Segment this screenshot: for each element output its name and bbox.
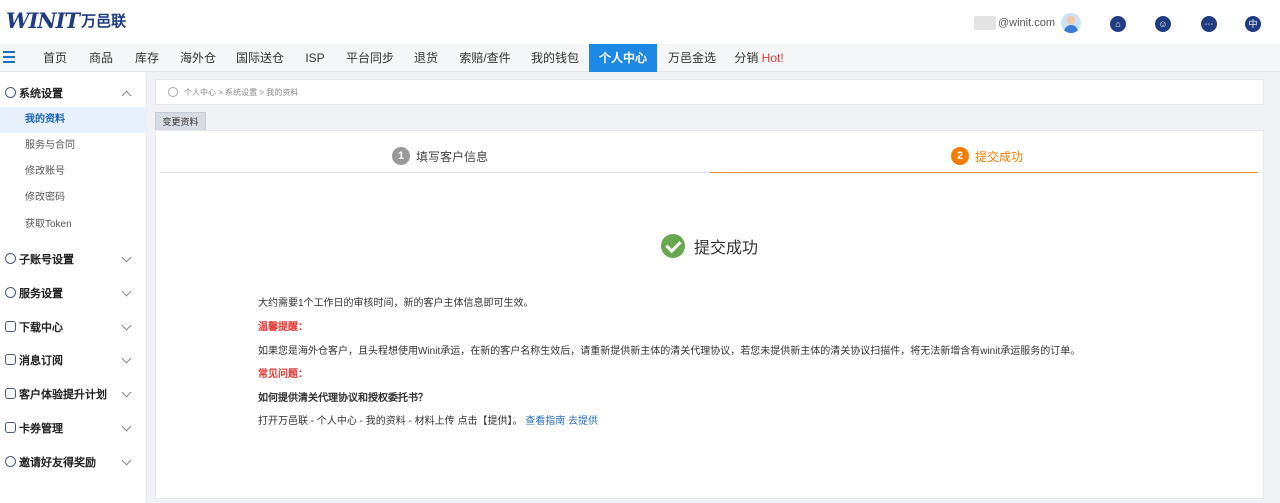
nav-home[interactable]: 首页 [34, 44, 76, 72]
sidebar-group-coupons[interactable]: 卡券管理 [0, 411, 147, 445]
account-name-redacted [974, 16, 996, 30]
menu-toggle-icon[interactable] [3, 51, 15, 63]
step-number: 2 [951, 147, 969, 165]
chevron-down-icon [121, 353, 132, 364]
chevron-down-icon [121, 421, 132, 432]
settings-icon [5, 87, 16, 98]
sidebar-group-label: 子账号设置 [19, 254, 74, 266]
top-header: WINIT 万邑联 @winit.com ⌂ ☺ ⋯ 中 [0, 0, 1280, 44]
nav-platform-sync[interactable]: 平台同步 [338, 44, 402, 72]
sidebar-item-my-profile[interactable]: 我的资料 [0, 107, 147, 133]
invite-icon [5, 456, 16, 467]
step-divider [161, 172, 710, 173]
chevron-down-icon [121, 286, 132, 297]
logo[interactable]: WINIT 万邑联 [6, 8, 126, 33]
nav-distribution-label: 分销 [734, 51, 759, 65]
sidebar-group-label: 邀请好友得奖励 [19, 457, 96, 469]
message-icon[interactable]: ⋯ [1201, 16, 1217, 32]
step-1: 1 填写客户信息 [392, 145, 488, 167]
sidebar-group-system-settings[interactable]: 系统设置 [0, 76, 147, 110]
nav-wallet[interactable]: 我的钱包 [524, 44, 586, 72]
sidebar-item-change-account[interactable]: 修改账号 [0, 159, 147, 185]
step-2: 2 提交成功 [951, 145, 1023, 167]
sidebar-item-services-contracts[interactable]: 服务与合同 [0, 133, 147, 159]
list-icon [5, 388, 16, 399]
account-email: @winit.com [998, 17, 1056, 29]
faq-answer-line: 打开万邑联 - 个人中心 - 我的资料 - 材料上传 点击【提供】。 查看指南 … [258, 412, 598, 427]
notice-title: 温馨提醒： [258, 322, 308, 333]
nav-claims[interactable]: 索赔/查件 [450, 44, 520, 72]
review-notice: 大约需要1个工作日的审核时间，新的客户主体信息即可生效。 [258, 298, 534, 309]
sidebar-group-download-center[interactable]: 下载中心 [0, 310, 147, 344]
step-progress-line [710, 172, 1258, 173]
sidebar: 系统设置 我的资料 服务与合同 修改账号 修改密码 获取Token 子账号设置 … [0, 72, 147, 503]
tab-change-profile[interactable]: 变更资料 [155, 112, 206, 131]
faq-title: 常见问题： [258, 369, 308, 380]
sidebar-group-service-settings[interactable]: 服务设置 [0, 276, 147, 310]
language-icon[interactable]: 中 [1245, 16, 1261, 32]
heart-icon [5, 287, 16, 298]
chevron-down-icon [121, 387, 132, 398]
hot-badge: Hot! [761, 51, 784, 65]
breadcrumb-text: 个人中心 > 系统设置 > 我的资料 [184, 87, 299, 97]
nav-products[interactable]: 商品 [80, 44, 122, 72]
logo-mark: WINIT [6, 8, 80, 33]
sidebar-group-invite-friends[interactable]: 邀请好友得奖励 [0, 445, 147, 479]
location-icon [168, 87, 178, 97]
nav-overseas-warehouse[interactable]: 海外仓 [172, 44, 224, 72]
sidebar-group-label: 下载中心 [19, 322, 63, 334]
step-number: 1 [392, 147, 410, 165]
check-circle-icon [661, 234, 685, 258]
main-panel: 1 填写客户信息 2 提交成功 提交成功 大约需要1个工作日的审核时间，新的客户… [155, 130, 1264, 499]
ticket-icon [5, 422, 16, 433]
success-title: 提交成功 [694, 240, 759, 257]
logo-text: 万邑联 [81, 12, 127, 30]
nav-personal-center[interactable]: 个人中心 [589, 44, 657, 72]
main-nav: 首页 商品 库存 海外仓 国际送仓 ISP 平台同步 退货 索赔/查件 我的钱包… [0, 44, 1280, 72]
user-icon [5, 253, 16, 264]
breadcrumb: 个人中心 > 系统设置 > 我的资料 [155, 79, 1264, 105]
go-provide-link[interactable]: 去提供 [568, 416, 598, 427]
nav-distribution[interactable]: 分销 Hot! [727, 44, 791, 72]
sidebar-group-label: 服务设置 [19, 288, 63, 300]
sidebar-group-label: 系统设置 [19, 88, 63, 100]
nav-international-delivery[interactable]: 国际送仓 [228, 44, 292, 72]
support-icon[interactable]: ☺ [1155, 16, 1171, 32]
chevron-down-icon [121, 320, 132, 331]
sidebar-group-customer-experience[interactable]: 客户体验提升计划 [0, 377, 147, 411]
sidebar-item-get-token[interactable]: 获取Token [0, 212, 147, 238]
home-icon[interactable]: ⌂ [1110, 16, 1126, 32]
sidebar-group-label: 客户体验提升计划 [19, 389, 107, 401]
step-label: 填写客户信息 [416, 149, 489, 164]
sidebar-group-sub-accounts[interactable]: 子账号设置 [0, 242, 147, 276]
view-guide-link[interactable]: 查看指南 [525, 416, 565, 427]
sidebar-item-change-password[interactable]: 修改密码 [0, 185, 147, 211]
nav-isp[interactable]: ISP [296, 44, 334, 72]
sidebar-group-label: 消息订阅 [19, 355, 63, 367]
faq-answer: 打开万邑联 - 个人中心 - 我的资料 - 材料上传 点击【提供】。 [258, 416, 523, 427]
sidebar-group-label: 卡券管理 [19, 423, 63, 435]
step-label: 提交成功 [975, 149, 1024, 164]
chevron-down-icon [121, 455, 132, 466]
nav-returns[interactable]: 退货 [406, 44, 446, 72]
notice-body: 如果您是海外仓客户，且头程想使用Winit承运，在新的客户名称生效后，请重新提供… [258, 346, 1081, 357]
success-message: 提交成功 [661, 234, 758, 258]
chevron-up-icon [121, 90, 132, 101]
nav-gold-select[interactable]: 万邑金选 [661, 44, 723, 72]
sidebar-group-message-subscription[interactable]: 消息订阅 [0, 343, 147, 377]
bookmark-icon [5, 354, 16, 365]
download-icon [5, 321, 16, 332]
chevron-down-icon [121, 252, 132, 263]
faq-question: 如何提供清关代理协议和授权委托书？ [258, 393, 428, 404]
account-info[interactable]: @winit.com [974, 13, 1082, 33]
avatar[interactable] [1061, 13, 1082, 33]
nav-inventory[interactable]: 库存 [126, 44, 168, 72]
